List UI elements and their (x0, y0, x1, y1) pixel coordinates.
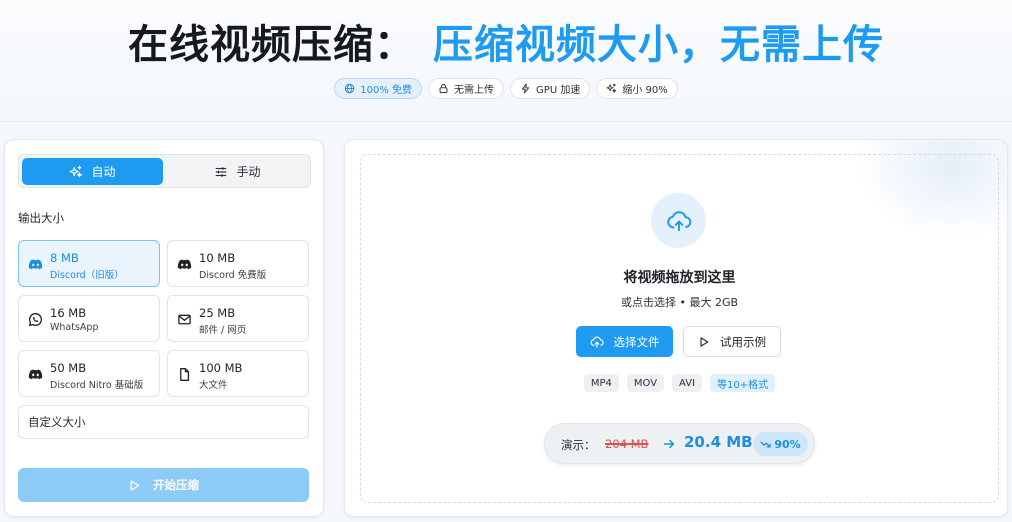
format-tag: AVI (672, 374, 703, 392)
video-dropzone[interactable]: 将视频拖放到这里 或点击选择 • 最大 2GB 选择文件 试用示例 MP4 MO… (360, 154, 999, 503)
demo-compression-pill: 演示： 204 MB 20.4 MB 90% (544, 423, 815, 464)
size-option-25mb[interactable]: 25 MB 邮件 / 网页 (167, 295, 309, 342)
bolt-icon (521, 83, 530, 94)
lock-icon (439, 84, 448, 94)
size-option-8mb[interactable]: 8 MB Discord（旧版） (18, 240, 160, 287)
size-option-50mb[interactable]: 50 MB Discord Nitro 基础版 (18, 350, 160, 397)
mode-auto-label: 自动 (91, 165, 116, 179)
size-value: 50 MB (50, 361, 87, 375)
upload-icon-wrap (651, 193, 706, 248)
mode-toggle: 自动 手动 (18, 154, 311, 188)
cloud-upload-icon (666, 210, 691, 231)
page-title: 在线视频压缩： 压缩视频大小，无需上传 (0, 18, 1012, 72)
badge-no-upload: 无需上传 (428, 78, 505, 99)
size-option-100mb[interactable]: 100 MB 大文件 (167, 350, 309, 397)
trending-down-icon (760, 440, 771, 448)
play-icon (700, 336, 709, 347)
badge-shrink: 缩小 90% (596, 78, 678, 99)
upload-panel: 将视频拖放到这里 或点击选择 • 最大 2GB 选择文件 试用示例 MP4 MO… (344, 139, 1008, 517)
output-size-label: 输出大小 (18, 211, 64, 225)
globe-icon (345, 83, 355, 94)
play-icon (130, 479, 140, 491)
mode-manual-label: 手动 (236, 165, 261, 179)
badge-label: 100% 免费 (360, 85, 413, 96)
demo-before-size: 204 MB (605, 437, 649, 451)
size-desc: WhatsApp (50, 322, 99, 333)
format-more-tag: 等10+格式 (710, 374, 776, 392)
discord-icon (28, 257, 43, 272)
size-value: 16 MB (50, 306, 87, 320)
badge-label: GPU 加速 (536, 85, 581, 96)
cloud-upload-icon (590, 336, 604, 348)
size-value: 100 MB (199, 361, 243, 375)
start-compress-label: 开始压缩 (153, 478, 199, 492)
start-compress-button[interactable]: 开始压缩 (18, 468, 309, 502)
title-part-dark: 在线视频压缩： (128, 22, 415, 68)
settings-panel: 自动 手动 输出大小 8 MB Discord（旧版） 10 MB Discor… (4, 139, 324, 517)
try-sample-button[interactable]: 试用示例 (683, 326, 781, 357)
size-desc: 邮件 / 网页 (199, 325, 247, 336)
discord-icon (28, 367, 43, 382)
size-option-10mb[interactable]: 10 MB Discord 免费版 (167, 240, 309, 287)
size-desc: 大文件 (199, 380, 228, 391)
demo-reduction-badge: 90% (753, 432, 808, 456)
badge-label: 缩小 90% (622, 85, 668, 96)
sparkles-icon (70, 165, 83, 177)
select-file-button[interactable]: 选择文件 (576, 326, 673, 357)
hero-header: 在线视频压缩： 压缩视频大小，无需上传 100% 免费 无需上传 GPU 加速 缩… (0, 0, 1012, 122)
demo-label: 演示： (561, 438, 596, 452)
size-desc: Discord（旧版） (50, 270, 124, 281)
badge-label: 无需上传 (454, 85, 495, 96)
feature-badges: 100% 免费 无需上传 GPU 加速 缩小 90% (0, 78, 1012, 99)
size-desc: Discord Nitro 基础版 (50, 380, 144, 391)
size-desc: Discord 免费版 (199, 270, 267, 281)
file-icon (177, 367, 192, 382)
mode-manual-button[interactable]: 手动 (167, 158, 308, 185)
mail-icon (177, 312, 192, 327)
dropzone-subtitle: 或点击选择 • 最大 2GB (620, 296, 739, 309)
format-tag: MP4 (583, 374, 619, 392)
demo-after-size: 20.4 MB (684, 433, 753, 451)
size-value: 8 MB (50, 251, 79, 265)
custom-size-input[interactable]: 自定义大小 (18, 405, 309, 439)
mode-auto-button[interactable]: 自动 (22, 158, 163, 185)
select-file-label: 选择文件 (613, 334, 660, 349)
title-part-blue: 压缩视频大小，无需上传 (433, 22, 884, 68)
size-option-16mb[interactable]: 16 MB WhatsApp (18, 295, 160, 342)
try-sample-label: 试用示例 (720, 334, 766, 349)
format-list: MP4 MOV AVI 等10+格式 (361, 374, 998, 392)
demo-reduction-value: 90% (774, 437, 801, 451)
sparkles-icon (606, 83, 617, 93)
size-value: 25 MB (199, 306, 236, 320)
size-value: 10 MB (199, 251, 236, 265)
discord-icon (177, 257, 192, 272)
badge-gpu: GPU 加速 (510, 78, 591, 99)
whatsapp-icon (28, 312, 43, 327)
sliders-icon (216, 166, 227, 177)
dropzone-title: 将视频拖放到这里 (623, 270, 736, 286)
format-tag: MOV (626, 374, 665, 392)
badge-free: 100% 免费 (334, 78, 423, 99)
arrow-right-icon (663, 439, 675, 449)
